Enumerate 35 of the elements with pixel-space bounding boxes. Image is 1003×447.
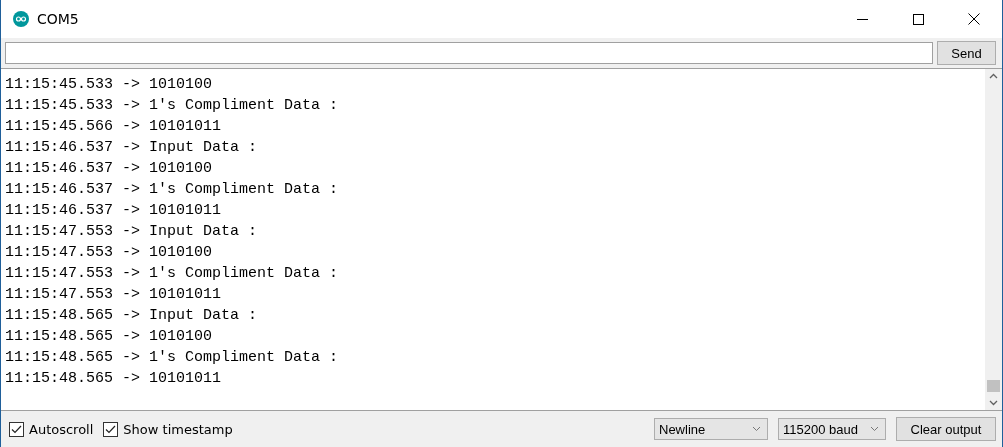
baud-rate-dropdown[interactable]: 115200 baud: [778, 418, 886, 440]
serial-output-line: 11:15:45.566 -> 10101011: [5, 118, 222, 135]
serial-output-line: 11:15:48.565 -> 1010100: [5, 328, 213, 345]
scrollbar-thumb[interactable]: [987, 380, 1000, 392]
serial-output-line: 11:15:47.553 -> Input Data :: [5, 223, 258, 240]
chevron-down-icon: [752, 426, 761, 432]
send-button[interactable]: Send: [937, 41, 996, 65]
window-title: COM5: [37, 11, 80, 27]
close-icon: [968, 13, 980, 25]
maximize-icon: [912, 13, 924, 25]
checkbox-label: Show timestamp: [123, 421, 233, 437]
scroll-down-icon[interactable]: [989, 400, 998, 406]
serial-output-line: 11:15:46.537 -> 1010100: [5, 160, 213, 177]
serial-output-line: 11:15:45.533 -> 1's Compliment Data :: [5, 97, 339, 114]
clear-output-button[interactable]: Clear output: [896, 417, 996, 441]
scroll-up-icon[interactable]: [989, 73, 998, 79]
checkbox[interactable]: [9, 421, 24, 437]
chevron-down-icon: [870, 426, 879, 432]
scrollbar[interactable]: [985, 69, 1002, 410]
serial-output-line: 11:15:46.537 -> Input Data :: [5, 139, 258, 156]
serial-output-line: 11:15:48.565 -> Input Data :: [5, 307, 258, 324]
message-input-field[interactable]: [5, 42, 933, 64]
serial-output-line: 11:15:47.553 -> 1010100: [5, 244, 213, 261]
serial-output-line: 11:15:46.537 -> 10101011: [5, 202, 222, 219]
serial-output-line: 11:15:45.533 -> 1010100: [5, 76, 213, 93]
serial-output-line: 11:15:47.553 -> 10101011: [5, 286, 222, 303]
serial-output-line: 11:15:48.565 -> 10101011: [5, 370, 222, 387]
checkbox-label: Autoscroll: [29, 421, 94, 437]
minimize-icon: [856, 18, 868, 20]
line-ending-dropdown[interactable]: Newline: [654, 418, 768, 440]
app-logo-icon: [13, 11, 29, 27]
checkbox[interactable]: [103, 421, 119, 437]
serial-output-line: 11:15:47.553 -> 1's Compliment Data :: [5, 265, 339, 282]
serial-output-line: 11:15:48.565 -> 1's Compliment Data :: [5, 349, 339, 366]
serial-output-line: 11:15:46.537 -> 1's Compliment Data :: [5, 181, 339, 198]
